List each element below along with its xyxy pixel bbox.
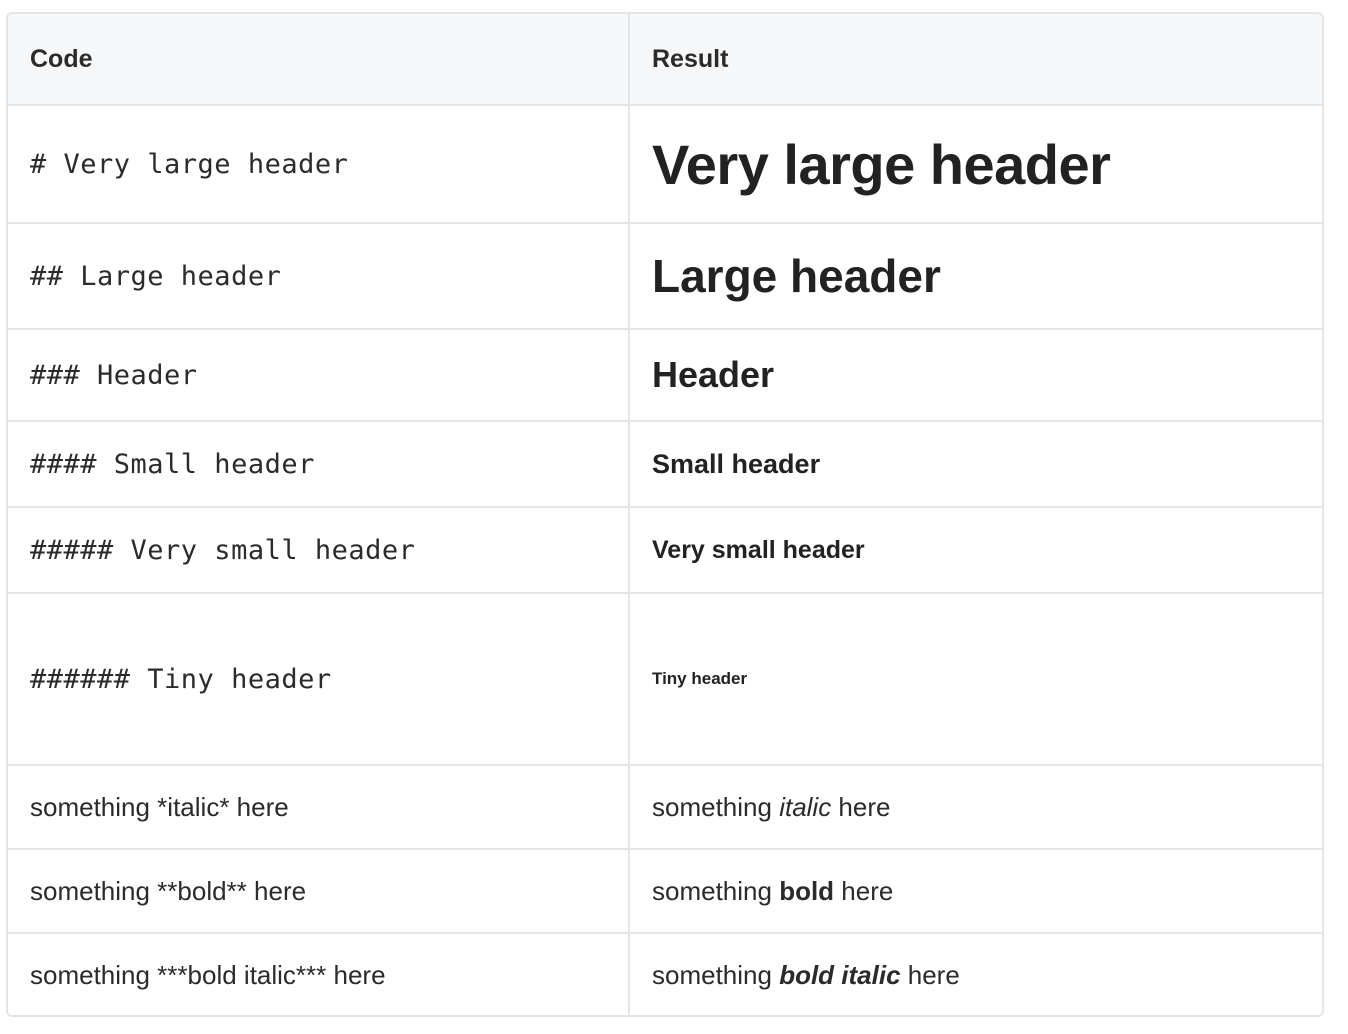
table-row: # Very large header Very large header xyxy=(8,105,1322,224)
result-cell: something italic here xyxy=(629,765,1322,850)
result-cell: Header xyxy=(629,329,1322,422)
result-h4-text: Small header xyxy=(652,448,821,479)
result-italic-text: italic xyxy=(779,791,832,822)
code-cell: ## Large header xyxy=(8,223,630,330)
result-cell: Tiny header xyxy=(629,593,1322,766)
result-h1-text: Very large header xyxy=(652,132,1111,196)
result-text-post: here xyxy=(900,960,960,990)
markdown-syntax-table: Code Result # Very large header Very lar… xyxy=(6,12,1324,1017)
markdown-table: Code Result # Very large header Very lar… xyxy=(8,14,1322,1015)
table-row: #### Small header Small header xyxy=(8,421,1322,508)
code-cell: something *italic* here xyxy=(8,765,630,850)
result-text-pre: something xyxy=(652,875,780,906)
result-h3-text: Header xyxy=(652,354,775,395)
table-row: ###### Tiny header Tiny header xyxy=(8,593,1322,766)
result-cell: Very large header xyxy=(629,105,1322,224)
result-cell: Small header xyxy=(629,421,1322,508)
code-cell: # Very large header xyxy=(8,105,630,224)
result-bold-italic-text: bold italic xyxy=(779,960,901,990)
result-cell: something bold italic here xyxy=(629,933,1322,1015)
code-cell: something ***bold italic*** here xyxy=(8,933,630,1015)
result-h2-text: Large header xyxy=(652,250,941,302)
result-cell: Large header xyxy=(629,223,1322,330)
result-h6-text: Tiny header xyxy=(652,669,748,688)
column-header-result: Result xyxy=(629,14,1322,106)
code-cell: #### Small header xyxy=(8,421,630,508)
table-row: something **bold** here something bold h… xyxy=(8,849,1322,934)
table-row: ### Header Header xyxy=(8,329,1322,422)
result-cell: something bold here xyxy=(629,849,1322,934)
result-text-post: here xyxy=(834,875,894,906)
code-cell: ### Header xyxy=(8,329,630,422)
result-text-pre: something xyxy=(652,791,780,822)
table-header-row: Code Result xyxy=(8,14,1322,106)
code-cell: ##### Very small header xyxy=(8,507,630,594)
result-text-post: here xyxy=(831,791,891,822)
table-row: ##### Very small header Very small heade… xyxy=(8,507,1322,594)
result-bold-italic-wrapper: bold italic xyxy=(779,960,900,990)
table-row: ## Large header Large header xyxy=(8,223,1322,330)
result-cell: Very small header xyxy=(629,507,1322,594)
column-header-code: Code xyxy=(8,14,630,106)
table-row: something ***bold italic*** here somethi… xyxy=(8,933,1322,1015)
result-h5-text: Very small header xyxy=(652,535,865,564)
code-cell: something **bold** here xyxy=(8,849,630,934)
result-bold-text: bold xyxy=(779,875,835,906)
table-row: something *italic* here something italic… xyxy=(8,765,1322,850)
code-cell: ###### Tiny header xyxy=(8,593,630,766)
result-text-pre: something xyxy=(652,960,780,990)
